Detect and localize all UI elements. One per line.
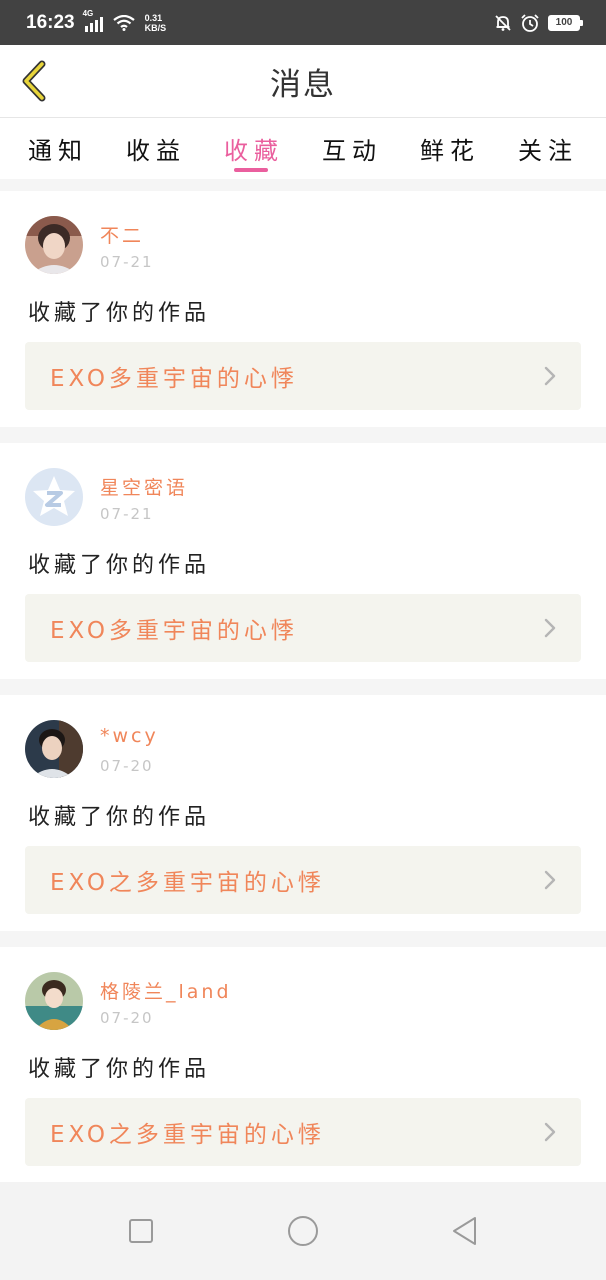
alarm-icon — [521, 13, 539, 32]
back-arrow-icon — [22, 60, 46, 102]
back-triangle-icon — [453, 1217, 476, 1245]
work-title: EXO之多重宇宙的心悸 — [50, 1122, 325, 1148]
speed-unit: KB/S — [144, 22, 167, 33]
work-title: EXO之多重宇宙的心悸 — [50, 870, 325, 896]
message-card: *wcy 07-20 收藏了你的作品 EXO之多重宇宙的心悸 — [0, 695, 606, 931]
message-date: 07-20 — [100, 1009, 154, 1027]
chevron-right-icon — [544, 366, 556, 386]
recent-apps-icon — [129, 1219, 153, 1243]
work-link[interactable]: EXO多重宇宙的心悸 — [25, 342, 581, 410]
tab-flowers[interactable]: 鲜花 — [420, 118, 480, 179]
work-title: EXO多重宇宙的心悸 — [50, 618, 298, 644]
action-text: 收藏了你的作品 — [28, 805, 211, 830]
work-link[interactable]: EXO之多重宇宙的心悸 — [25, 846, 581, 914]
user-name[interactable]: 星空密语 — [100, 473, 188, 500]
user-name[interactable]: *wcy — [100, 725, 159, 747]
chevron-right-icon — [544, 870, 556, 890]
wifi-icon — [112, 14, 135, 31]
avatar[interactable] — [25, 468, 83, 526]
message-card: 格陵兰_land 07-20 收藏了你的作品 EXO之多重宇宙的心悸 — [0, 947, 606, 1183]
user-name[interactable]: 不二 — [100, 221, 144, 248]
action-text: 收藏了你的作品 — [28, 301, 211, 326]
back-button[interactable] — [14, 57, 54, 105]
status-left: 16:23 4G 0.31 KB/S — [26, 9, 167, 34]
system-nav-bar — [0, 1182, 606, 1280]
network-speed: 0.31 KB/S — [145, 13, 167, 33]
signal-icon: 4G — [83, 9, 103, 32]
status-bar: 16:23 4G 0.31 KB/S 100 — [0, 0, 606, 45]
bell-muted-icon — [495, 14, 511, 31]
message-card: 不二 07-21 收藏了你的作品 EXO多重宇宙的心悸 — [0, 191, 606, 427]
user-name[interactable]: 格陵兰_land — [100, 977, 232, 1004]
action-text: 收藏了你的作品 — [28, 1057, 211, 1082]
message-date: 07-20 — [100, 757, 154, 775]
message-date: 07-21 — [100, 505, 154, 523]
work-title: EXO多重宇宙的心悸 — [50, 366, 298, 392]
tab-follows[interactable]: 关注 — [518, 118, 578, 179]
tab-bar: 通知 收益 收藏 互动 鲜花 关注 — [0, 118, 606, 179]
home-icon — [288, 1216, 318, 1246]
header: 消息 — [0, 45, 606, 118]
avatar[interactable] — [25, 720, 83, 778]
chevron-right-icon — [544, 618, 556, 638]
message-date: 07-21 — [100, 253, 154, 271]
home-button[interactable] — [273, 1201, 333, 1261]
network-type: 4G — [82, 8, 94, 18]
work-link[interactable]: EXO多重宇宙的心悸 — [25, 594, 581, 662]
speed-value: 0.31 — [144, 12, 163, 23]
battery-icon: 100 — [548, 14, 583, 31]
message-list: 不二 07-21 收藏了你的作品 EXO多重宇宙的心悸 星空密语 07-21 收… — [0, 191, 606, 1199]
recent-apps-button[interactable] — [111, 1201, 171, 1261]
status-time: 16:23 — [26, 11, 75, 33]
tab-earnings[interactable]: 收益 — [126, 118, 186, 179]
action-text: 收藏了你的作品 — [28, 553, 211, 578]
chevron-right-icon — [544, 1122, 556, 1142]
tab-notifications[interactable]: 通知 — [28, 118, 88, 179]
tab-favorites[interactable]: 收藏 — [224, 118, 284, 179]
message-card: 星空密语 07-21 收藏了你的作品 EXO多重宇宙的心悸 — [0, 443, 606, 679]
avatar[interactable] — [25, 216, 83, 274]
back-nav-button[interactable] — [435, 1201, 495, 1261]
work-link[interactable]: EXO之多重宇宙的心悸 — [25, 1098, 581, 1166]
status-right: 100 — [494, 13, 583, 33]
avatar[interactable] — [25, 972, 83, 1030]
tab-interactions[interactable]: 互动 — [322, 118, 382, 179]
page-title: 消息 — [270, 66, 336, 103]
